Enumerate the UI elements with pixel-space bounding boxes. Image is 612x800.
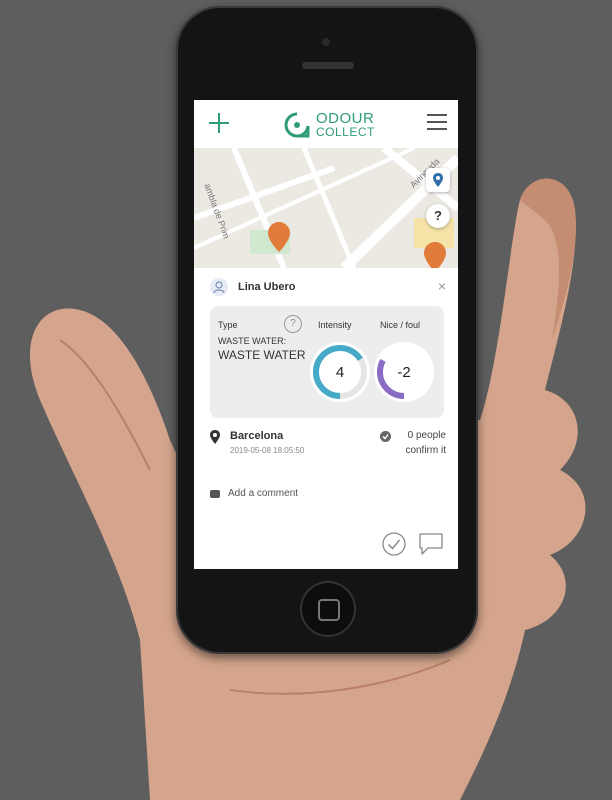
plus-icon[interactable] — [206, 110, 232, 136]
earpiece-speaker — [302, 62, 354, 69]
reporter-name: Lina Ubero — [238, 281, 296, 293]
chat-bubble-icon[interactable] — [418, 532, 444, 556]
help-button[interactable]: ? — [426, 204, 450, 228]
intensity-gauge: 4 — [310, 342, 370, 402]
odour-marker-icon[interactable] — [424, 242, 446, 268]
location-pin-icon — [433, 173, 443, 187]
front-camera — [322, 38, 330, 46]
home-square-icon — [318, 599, 340, 621]
map-streets — [194, 148, 458, 268]
location-row: Barcelona 2019-05-08 18:05:50 0 people c… — [210, 430, 446, 466]
intensity-label: Intensity — [318, 320, 352, 330]
check-circle-icon — [380, 431, 391, 442]
logo-text-line2: COLLECT — [316, 125, 375, 139]
reporter-row: Lina Ubero × — [210, 278, 446, 298]
location-name: Barcelona — [230, 430, 284, 442]
app-logo: ODOUR COLLECT — [284, 108, 394, 142]
odour-report-card: Lina Ubero × Type ? WASTE WATER: WASTE W… — [194, 268, 458, 569]
odour-info-panel: Type ? WASTE WATER: WASTE WATER Intensit… — [210, 306, 444, 418]
location-pin-icon — [210, 430, 220, 444]
hedonic-label: Nice / foul — [380, 320, 421, 330]
confirm-count: 0 people — [407, 430, 446, 441]
type-label: Type — [218, 320, 238, 330]
report-actions — [382, 532, 446, 558]
add-comment-link[interactable]: Add a comment — [210, 488, 410, 504]
type-category: WASTE WATER: — [218, 336, 287, 346]
type-name: WASTE WATER — [218, 348, 306, 362]
report-timestamp: 2019-05-08 18:05:50 — [230, 446, 305, 455]
hamburger-icon[interactable] — [426, 112, 448, 132]
phone-screen: ODOUR COLLECT Avinguda ambla de Prim ? L… — [194, 100, 458, 569]
app-header: ODOUR COLLECT — [194, 100, 458, 149]
home-button[interactable] — [300, 581, 356, 637]
odour-marker-icon[interactable] — [268, 222, 290, 252]
user-avatar-icon — [210, 278, 228, 296]
locate-me-button[interactable] — [426, 168, 450, 192]
close-icon[interactable]: × — [438, 278, 446, 294]
intensity-value: 4 — [336, 364, 344, 381]
add-comment-label: Add a comment — [228, 488, 299, 499]
hedonic-value: -2 — [397, 364, 410, 381]
hedonic-gauge: -2 — [374, 342, 434, 402]
comment-icon — [210, 490, 220, 498]
confirm-text: confirm it — [405, 445, 446, 456]
confirm-check-icon[interactable] — [382, 532, 406, 556]
type-help-icon[interactable]: ? — [284, 315, 302, 333]
map-view[interactable]: Avinguda ambla de Prim ? — [194, 148, 458, 268]
logo-icon — [284, 112, 310, 138]
